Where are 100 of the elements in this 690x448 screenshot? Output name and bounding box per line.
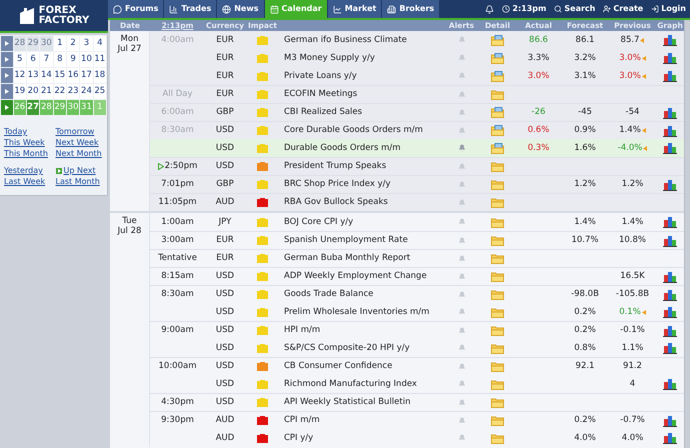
event-title[interactable]: Durable Goods Orders m/m	[280, 142, 444, 154]
event-row[interactable]: USD Durable Goods Orders m/m 0.3% 1.6% -4.0%	[150, 139, 684, 157]
event-title[interactable]: German Buba Monthly Report	[280, 252, 444, 265]
quick-link[interactable]: Last Month	[56, 176, 103, 187]
event-title[interactable]: HPI m/m	[280, 324, 444, 337]
calendar-day[interactable]: 5	[14, 52, 26, 67]
calendar-day[interactable]: 14	[40, 68, 53, 83]
event-row[interactable]: 10:00am USD CB Consumer Confidence 92.1 91.2	[150, 357, 684, 375]
event-title[interactable]: BRC Shop Price Index y/y	[280, 178, 444, 191]
quick-link[interactable]: Next Week	[56, 137, 103, 148]
bar-graph-icon[interactable]	[663, 34, 677, 46]
bell-icon[interactable]	[458, 380, 466, 388]
event-row[interactable]: 8:15am USD ADP Weekly Employment Change 16.5K	[150, 267, 684, 285]
event-title[interactable]: CB Consumer Confidence	[280, 360, 444, 373]
event-title[interactable]: M3 Money Supply y/y	[280, 52, 444, 64]
toolbar-button[interactable]: Create	[599, 3, 648, 15]
folder-icon[interactable]	[491, 52, 504, 64]
quick-link[interactable]: Yesterday	[4, 165, 52, 176]
folder-icon[interactable]	[491, 306, 504, 318]
bell-icon[interactable]	[458, 36, 466, 44]
week-arrow-button[interactable]	[1, 68, 13, 83]
event-title[interactable]: CPI y/y	[280, 432, 444, 444]
event-title[interactable]: RBA Gov Bullock Speaks	[280, 196, 444, 209]
event-row[interactable]: 2:50pm USD President Trump Speaks	[150, 157, 684, 175]
folder-icon[interactable]	[491, 34, 504, 46]
calendar-day[interactable]: 3	[80, 36, 93, 51]
event-title[interactable]: CPI m/m	[280, 414, 444, 427]
calendar-day[interactable]: 25	[94, 84, 106, 99]
folder-icon[interactable]	[491, 179, 504, 190]
event-title[interactable]: ECOFIN Meetings	[280, 88, 444, 101]
calendar-day[interactable]: 4	[94, 36, 106, 51]
bell-icon[interactable]	[458, 254, 466, 262]
event-row[interactable]: 6:00am GBP CBI Realized Sales -26 -45 -54	[150, 103, 684, 121]
bell-icon[interactable]	[458, 162, 466, 170]
calendar-day[interactable]: 2	[66, 36, 80, 51]
nav-tab[interactable]: News	[217, 0, 264, 18]
calendar-day[interactable]: 20	[26, 84, 40, 99]
calendar-day[interactable]: 1	[54, 36, 66, 51]
bar-graph-icon[interactable]	[663, 70, 677, 82]
event-row[interactable]: 9:00am USD HPI m/m 0.2% -0.1%	[150, 321, 684, 339]
calendar-day[interactable]: 11	[94, 52, 106, 67]
folder-icon[interactable]	[491, 253, 504, 264]
bell-icon[interactable]	[458, 144, 466, 152]
event-title[interactable]: BOJ Core CPI y/y	[280, 216, 444, 228]
bell-icon[interactable]	[458, 290, 466, 298]
bell-icon[interactable]	[458, 218, 466, 226]
event-row[interactable]: 8:30am USD Core Durable Goods Orders m/m 0.6% 0.9% 1.4%	[150, 121, 684, 139]
nav-tab[interactable]: Brokers	[382, 0, 440, 18]
folder-icon[interactable]	[491, 89, 504, 100]
bell-icon[interactable]	[458, 90, 466, 98]
bar-graph-icon[interactable]	[663, 414, 677, 426]
bar-graph-icon[interactable]	[663, 178, 677, 190]
bell-icon[interactable]	[458, 108, 466, 116]
event-row[interactable]: 11:05pm AUD RBA Gov Bullock Speaks	[150, 193, 684, 211]
folder-icon[interactable]	[491, 378, 504, 390]
folder-icon[interactable]	[491, 432, 504, 444]
event-title[interactable]: Prelim Wholesale Inventories m/m	[280, 306, 444, 318]
bell-icon[interactable]	[458, 308, 466, 316]
folder-icon[interactable]	[491, 235, 504, 246]
bar-graph-icon[interactable]	[663, 306, 677, 318]
toolbar-button[interactable]: 2:13pm	[498, 3, 550, 15]
calendar-day[interactable]: 23	[66, 84, 80, 99]
event-title[interactable]: Richmond Manufacturing Index	[280, 378, 444, 390]
bell-icon[interactable]	[458, 326, 466, 334]
bar-graph-icon[interactable]	[663, 234, 677, 246]
week-arrow-button[interactable]	[1, 52, 13, 67]
calendar-day[interactable]: 6	[26, 52, 40, 67]
event-title[interactable]: Goods Trade Balance	[280, 288, 444, 301]
scrollbar[interactable]	[684, 20, 690, 448]
bell-icon[interactable]	[458, 72, 466, 80]
folder-icon[interactable]	[491, 107, 504, 118]
calendar-day[interactable]: 24	[80, 84, 93, 99]
bell-icon[interactable]	[458, 54, 466, 62]
folder-icon[interactable]	[491, 216, 504, 228]
event-row[interactable]: Tentative EUR German Buba Monthly Report	[150, 249, 684, 267]
quick-link[interactable]: Today	[4, 126, 52, 137]
calendar-day[interactable]: 15	[54, 68, 66, 83]
nav-tab[interactable]: Forums	[108, 0, 164, 18]
toolbar-button[interactable]: Search	[550, 3, 600, 15]
calendar-day[interactable]: 17	[80, 68, 93, 83]
bar-graph-icon[interactable]	[663, 106, 677, 118]
folder-icon[interactable]	[491, 397, 504, 408]
calendar-day[interactable]: 18	[94, 68, 106, 83]
event-title[interactable]: CBI Realized Sales	[280, 106, 444, 119]
bell-icon[interactable]	[458, 272, 466, 280]
calendar-day[interactable]: 16	[66, 68, 80, 83]
event-row[interactable]: All Day EUR ECOFIN Meetings	[150, 85, 684, 103]
calendar-day[interactable]: 8	[54, 52, 66, 67]
bell-icon[interactable]	[458, 126, 466, 134]
bar-graph-icon[interactable]	[663, 378, 677, 390]
event-row[interactable]: EUR Private Loans y/y 3.0% 3.1% 3.0%	[150, 67, 684, 85]
calendar-day[interactable]: 12	[14, 68, 26, 83]
folder-icon[interactable]	[491, 361, 504, 372]
event-row[interactable]: EUR M3 Money Supply y/y 3.3% 3.2% 3.0%	[150, 49, 684, 67]
event-title[interactable]: Spanish Unemployment Rate	[280, 234, 444, 247]
bell-icon[interactable]	[458, 180, 466, 188]
folder-icon[interactable]	[491, 161, 504, 172]
week-arrow-button[interactable]	[1, 100, 13, 115]
bar-graph-icon[interactable]	[663, 124, 677, 136]
folder-icon[interactable]	[491, 342, 504, 354]
